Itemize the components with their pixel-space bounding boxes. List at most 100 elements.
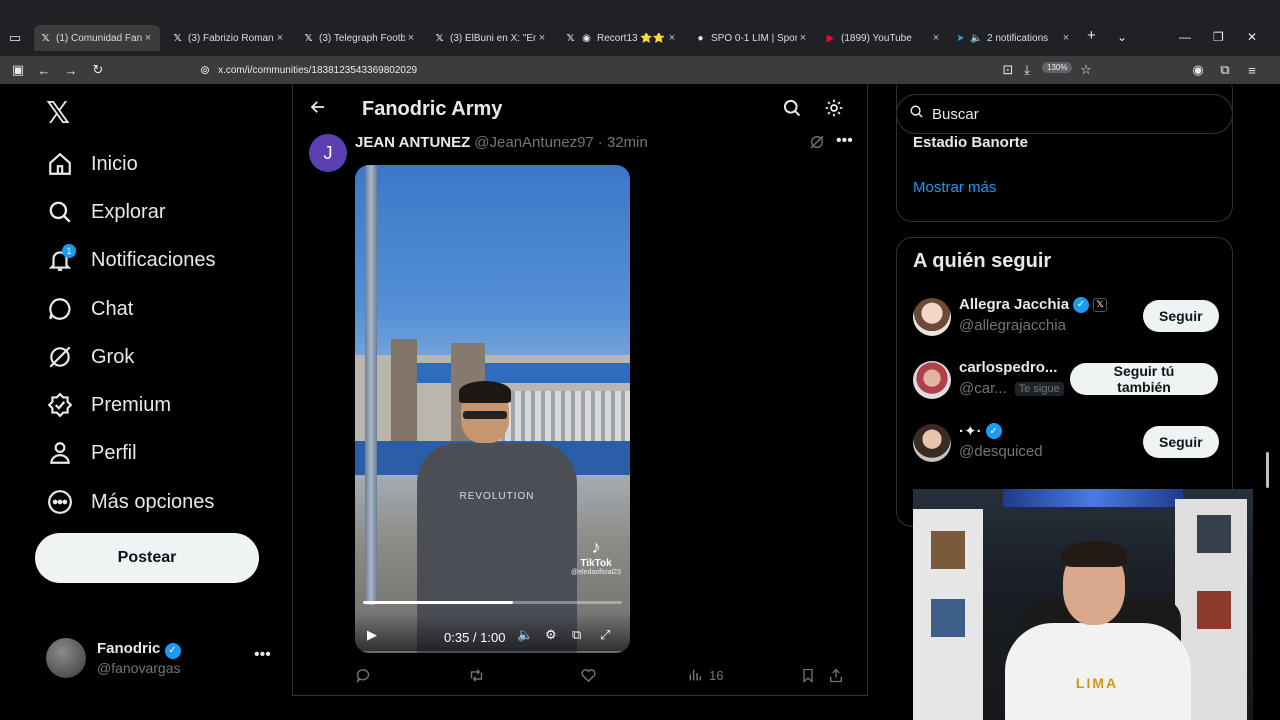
nav-item-more[interactable]: Más opciones xyxy=(46,482,214,522)
follow-back-button[interactable]: Seguir tú también xyxy=(1070,363,1218,395)
follow-button[interactable]: Seguir xyxy=(1143,426,1219,458)
gear-icon[interactable] xyxy=(824,98,844,123)
nav-item-home[interactable]: Inicio xyxy=(46,144,138,184)
browser-tab-4[interactable]: 𝕏 ◉ Recort13 ⭐⭐ e × xyxy=(565,25,678,51)
x-icon: 𝕏 xyxy=(304,32,313,44)
x-affiliate-icon: 𝕏 xyxy=(1093,297,1108,312)
follow-suggestion[interactable]: carlospedro... @car... Te sigue Seguir t… xyxy=(913,359,1218,403)
tab-close-icon[interactable]: × xyxy=(274,32,286,44)
trend-item[interactable]: Estadio Banorte xyxy=(913,134,1028,151)
tab-close-icon[interactable]: × xyxy=(142,32,154,44)
video-progress-bar[interactable] xyxy=(363,601,622,604)
avatar xyxy=(46,638,86,678)
share-icon[interactable] xyxy=(828,667,844,684)
grok-icon[interactable] xyxy=(809,134,825,155)
chat-bubble-icon xyxy=(46,295,74,323)
browser-tab-7[interactable]: ➤ 🔈 2 notifications × xyxy=(955,25,1072,51)
close-window-icon[interactable]: ✕ xyxy=(1247,30,1257,44)
picture-in-picture-icon[interactable]: ⧉ xyxy=(572,627,581,643)
tab-close-icon[interactable]: × xyxy=(536,32,548,44)
account-switcher[interactable]: Fanodric ✓ @fanovargas ••• xyxy=(46,638,276,678)
browser-tab-0[interactable]: 𝕏 (1) Comunidad Fanodric × xyxy=(34,25,160,51)
nav-item-explore[interactable]: Explorar xyxy=(46,192,165,232)
show-more-link[interactable]: Mostrar más xyxy=(913,179,996,196)
minimize-icon[interactable]: — xyxy=(1179,30,1191,44)
play-icon[interactable]: ▶ xyxy=(367,627,377,643)
tab-title: SPO 0-1 LIM | Sport Bo xyxy=(711,32,797,44)
volume-icon[interactable]: 🔈 xyxy=(517,627,533,643)
like-heart-icon[interactable] xyxy=(580,667,597,684)
views-stat[interactable]: 16 xyxy=(687,667,723,683)
new-tab-icon[interactable]: + xyxy=(1087,27,1096,44)
nav-label: Inicio xyxy=(91,152,138,175)
post-button[interactable]: Postear xyxy=(35,533,259,583)
reply-icon[interactable] xyxy=(355,667,372,684)
nav-item-chat[interactable]: Chat xyxy=(46,289,133,329)
tab-close-icon[interactable]: × xyxy=(1060,32,1072,44)
suggestion-handle: @car... xyxy=(959,380,1007,397)
tab-close-icon[interactable]: × xyxy=(797,32,809,44)
tweet-video[interactable]: REVOLUTION ♪ TikTok @eledaoficial23 ▶ 0:… xyxy=(355,165,630,653)
back-arrow-icon[interactable] xyxy=(309,98,327,122)
repost-icon[interactable] xyxy=(467,667,486,684)
browser-tab-2[interactable]: 𝕏 (3) Telegraph Football × xyxy=(303,25,417,51)
browser-tab-6[interactable]: ▶ (1899) YouTube × xyxy=(825,25,942,51)
tweet-time[interactable]: · 32min xyxy=(598,134,648,151)
sidebar-toggle-icon[interactable]: ▣ xyxy=(10,62,26,78)
account-handle: @fanovargas xyxy=(97,660,181,676)
tab-close-icon[interactable]: × xyxy=(405,32,417,44)
more-horizontal-icon[interactable]: ••• xyxy=(836,132,853,150)
nav-label: Premium xyxy=(91,393,172,416)
nav-item-profile[interactable]: Perfil xyxy=(46,433,137,473)
site-info-icon[interactable]: ⊚ xyxy=(200,63,210,77)
video-time: 0:35 / 1:00 xyxy=(444,630,506,645)
tweet-author-avatar[interactable]: J xyxy=(309,134,347,172)
restore-icon[interactable]: ❐ xyxy=(1213,30,1224,44)
speaker-icon: 🔈 xyxy=(970,32,983,44)
search-box[interactable] xyxy=(896,94,1233,134)
forward-icon[interactable]: → xyxy=(63,62,79,78)
nav-label: Explorar xyxy=(91,200,166,223)
suggestion-name-row: ·✦· ✓ xyxy=(959,422,1002,440)
zoom-level[interactable]: 130% xyxy=(1042,62,1073,73)
views-count: 16 xyxy=(709,667,724,683)
more-horizontal-icon[interactable]: ••• xyxy=(254,646,271,664)
tiktok-user: @eledaoficial23 xyxy=(571,569,621,576)
tab-close-icon[interactable]: × xyxy=(930,32,942,44)
main-column: Fanodric Army J JEAN ANTUNEZ @JeanAntune… xyxy=(292,84,868,696)
follow-suggestion[interactable]: ·✦· ✓ @desquiced Seguir xyxy=(913,422,1219,466)
tab-title: 2 notifications xyxy=(987,32,1049,44)
fullscreen-icon[interactable]: ⤢ xyxy=(600,627,610,643)
premium-icon xyxy=(46,391,74,419)
browser-tab-5[interactable]: ● SPO 0-1 LIM | Sport Bo × xyxy=(695,25,809,51)
tab-title: (3) ElBuni en X: "En ru xyxy=(450,32,536,44)
browser-tab-1[interactable]: 𝕏 (3) Fabrizio Romano en × xyxy=(172,25,286,51)
x-logo-icon[interactable]: 𝕏 xyxy=(46,96,70,131)
tweet-actions: 16 xyxy=(355,667,855,687)
bell-icon: 1 xyxy=(46,244,76,274)
menu-icon[interactable]: ≡ xyxy=(1244,62,1260,78)
nav-label: Grok xyxy=(91,345,135,368)
tweet-author-handle[interactable]: @JeanAntunez97 xyxy=(474,134,593,151)
search-input[interactable] xyxy=(932,105,1212,123)
search-icon[interactable] xyxy=(782,98,802,123)
bookmark-icon[interactable] xyxy=(800,667,816,684)
follow-suggestion[interactable]: Allegra Jacchia ✓ 𝕏 @allegrajacchia Segu… xyxy=(913,296,1219,340)
follow-button[interactable]: Seguir xyxy=(1143,300,1219,332)
webcam-person-hair xyxy=(1061,541,1127,567)
settings-icon[interactable]: ⚙ xyxy=(545,627,557,643)
chevron-down-icon[interactable]: ⌄ xyxy=(1117,30,1127,44)
browser-tab-3[interactable]: 𝕏 (3) ElBuni en X: "En ru × xyxy=(434,25,548,51)
back-icon[interactable]: ← xyxy=(36,62,52,78)
tab-close-icon[interactable]: × xyxy=(666,32,678,44)
follows-you-badge: Te sigue xyxy=(1014,381,1064,396)
nav-item-notifications[interactable]: 1 Notificaciones xyxy=(46,240,216,280)
nav-item-grok[interactable]: Grok xyxy=(46,337,134,377)
reload-icon[interactable]: ↻ xyxy=(90,62,106,78)
nav-item-premium[interactable]: Premium xyxy=(46,385,171,425)
webcam-overlay: LIMA xyxy=(913,489,1253,720)
tiktok-watermark: ♪ TikTok @eledaoficial23 xyxy=(569,537,623,576)
tweet-author-name[interactable]: JEAN ANTUNEZ xyxy=(355,134,470,151)
tab-actions-icon[interactable]: ▭ xyxy=(7,30,23,46)
page-scrollbar[interactable] xyxy=(1266,452,1269,488)
